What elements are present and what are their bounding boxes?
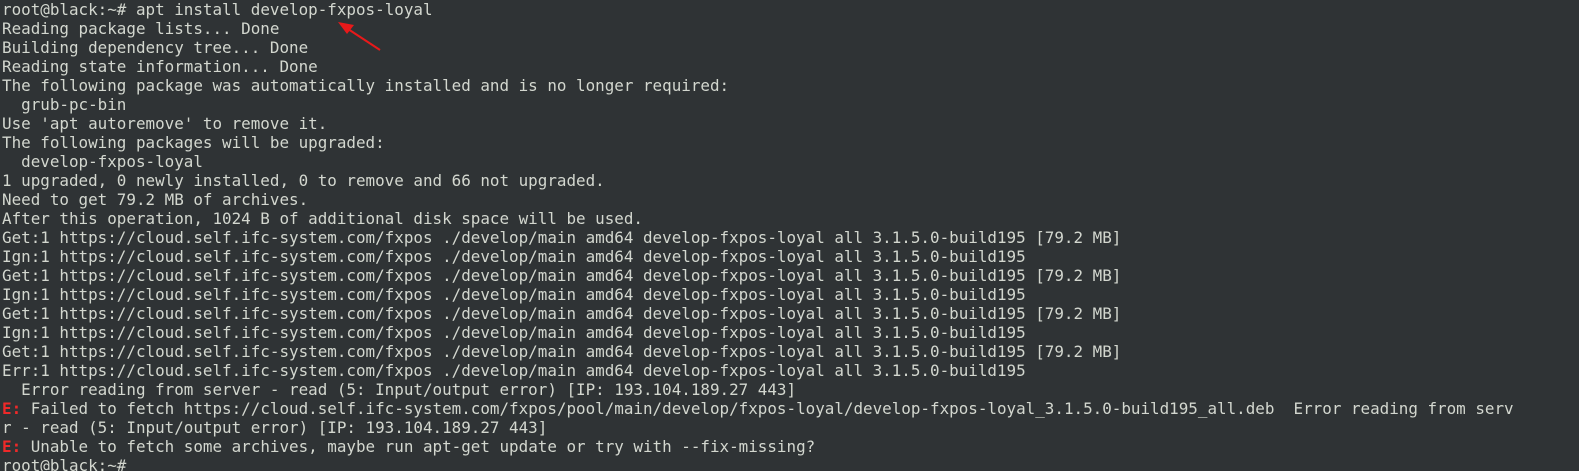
output-line: Get:1 https://cloud.self.ifc-system.com/…: [2, 228, 1122, 247]
output-line: develop-fxpos-loyal: [2, 152, 203, 171]
error-prefix: E:: [2, 437, 22, 456]
prompt: root@black:~#: [2, 0, 136, 19]
error-line-fetch: E: Failed to fetch https://cloud.self.if…: [2, 399, 1579, 418]
error-text: Failed to fetch https://cloud.self.ifc-s…: [21, 399, 1514, 418]
output-line: Ign:1 https://cloud.self.ifc-system.com/…: [2, 247, 1026, 266]
output-line: Ign:1 https://cloud.self.ifc-system.com/…: [2, 285, 1026, 304]
error-line-continuation: r - read (5: Input/output error) [IP: 19…: [2, 418, 548, 437]
output-line: Need to get 79.2 MB of archives.: [2, 190, 309, 209]
command: apt install develop-fxpos-loyal: [135, 0, 433, 19]
output-block: Reading package lists... Done Building d…: [2, 19, 1579, 399]
output-line: Get:1 https://cloud.self.ifc-system.com/…: [2, 266, 1122, 285]
error-text: Unable to fetch some archives, maybe run…: [21, 437, 816, 456]
output-line: 1 upgraded, 0 newly installed, 0 to remo…: [2, 171, 605, 190]
terminal-window[interactable]: root@black:~# apt install develop-fxpos-…: [0, 0, 1579, 471]
output-line: Reading package lists... Done: [2, 19, 280, 38]
output-line: Get:1 https://cloud.self.ifc-system.com/…: [2, 304, 1122, 323]
error-line-archives: E: Unable to fetch some archives, maybe …: [2, 437, 1579, 456]
output-line: Error reading from server - read (5: Inp…: [2, 380, 797, 399]
text-cursor: [136, 457, 145, 471]
final-prompt-line[interactable]: root@black:~#: [2, 456, 1579, 471]
prompt: root@black:~#: [2, 456, 136, 471]
command-line: root@black:~# apt install develop-fxpos-…: [2, 0, 1579, 19]
red-arrow-icon: [338, 22, 381, 51]
output-line: Get:1 https://cloud.self.ifc-system.com/…: [2, 342, 1122, 361]
output-line: Building dependency tree... Done: [2, 38, 309, 57]
output-line: The following packages will be upgraded:: [2, 133, 385, 152]
error-prefix: E:: [2, 399, 22, 418]
output-line: Ign:1 https://cloud.self.ifc-system.com/…: [2, 323, 1026, 342]
output-line: The following package was automatically …: [2, 76, 730, 95]
output-line: Reading state information... Done: [2, 57, 318, 76]
output-line: grub-pc-bin: [2, 95, 127, 114]
output-line: Err:1 https://cloud.self.ifc-system.com/…: [2, 361, 1026, 380]
output-line: After this operation, 1024 B of addition…: [2, 209, 643, 228]
output-line: Use 'apt autoremove' to remove it.: [2, 114, 328, 133]
